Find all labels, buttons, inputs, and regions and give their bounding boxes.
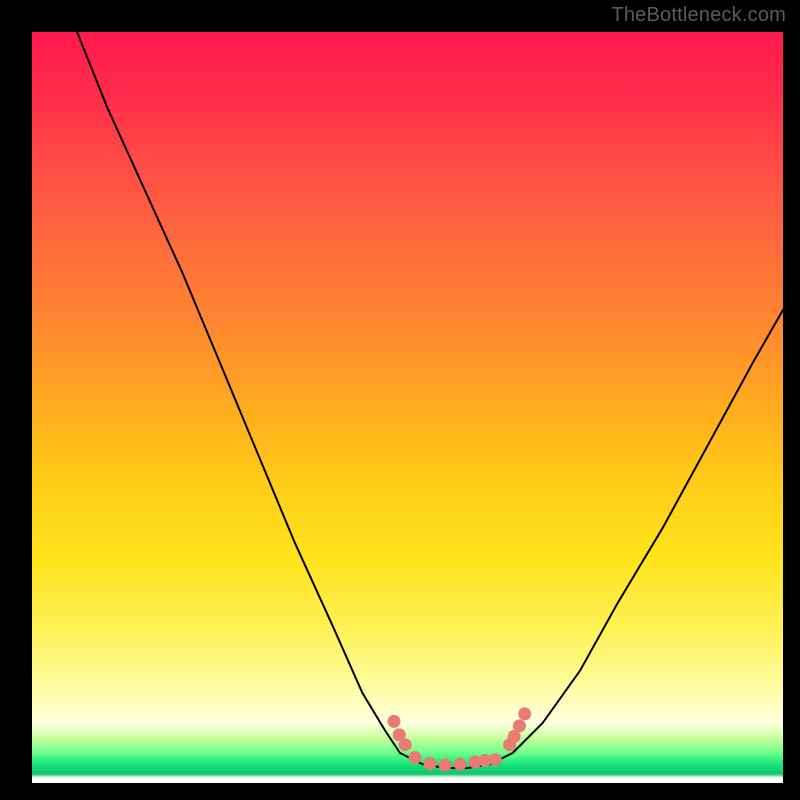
- marker-dot: [454, 758, 467, 771]
- plot-area: [32, 32, 783, 783]
- marker-dot: [439, 759, 452, 772]
- marker-dot: [388, 715, 401, 728]
- marker-dot: [513, 719, 526, 732]
- marker-dot: [409, 751, 422, 764]
- chart-svg: [32, 32, 783, 783]
- series-right-ascent: [513, 310, 783, 753]
- series-left-descent: [77, 32, 400, 753]
- marker-dot: [424, 757, 437, 770]
- marker-group: [388, 707, 532, 771]
- outer-frame: TheBottleneck.com: [0, 0, 800, 800]
- marker-dot: [399, 738, 412, 751]
- watermark-text: TheBottleneck.com: [611, 4, 786, 27]
- marker-dot: [518, 707, 531, 720]
- marker-dot: [489, 753, 502, 766]
